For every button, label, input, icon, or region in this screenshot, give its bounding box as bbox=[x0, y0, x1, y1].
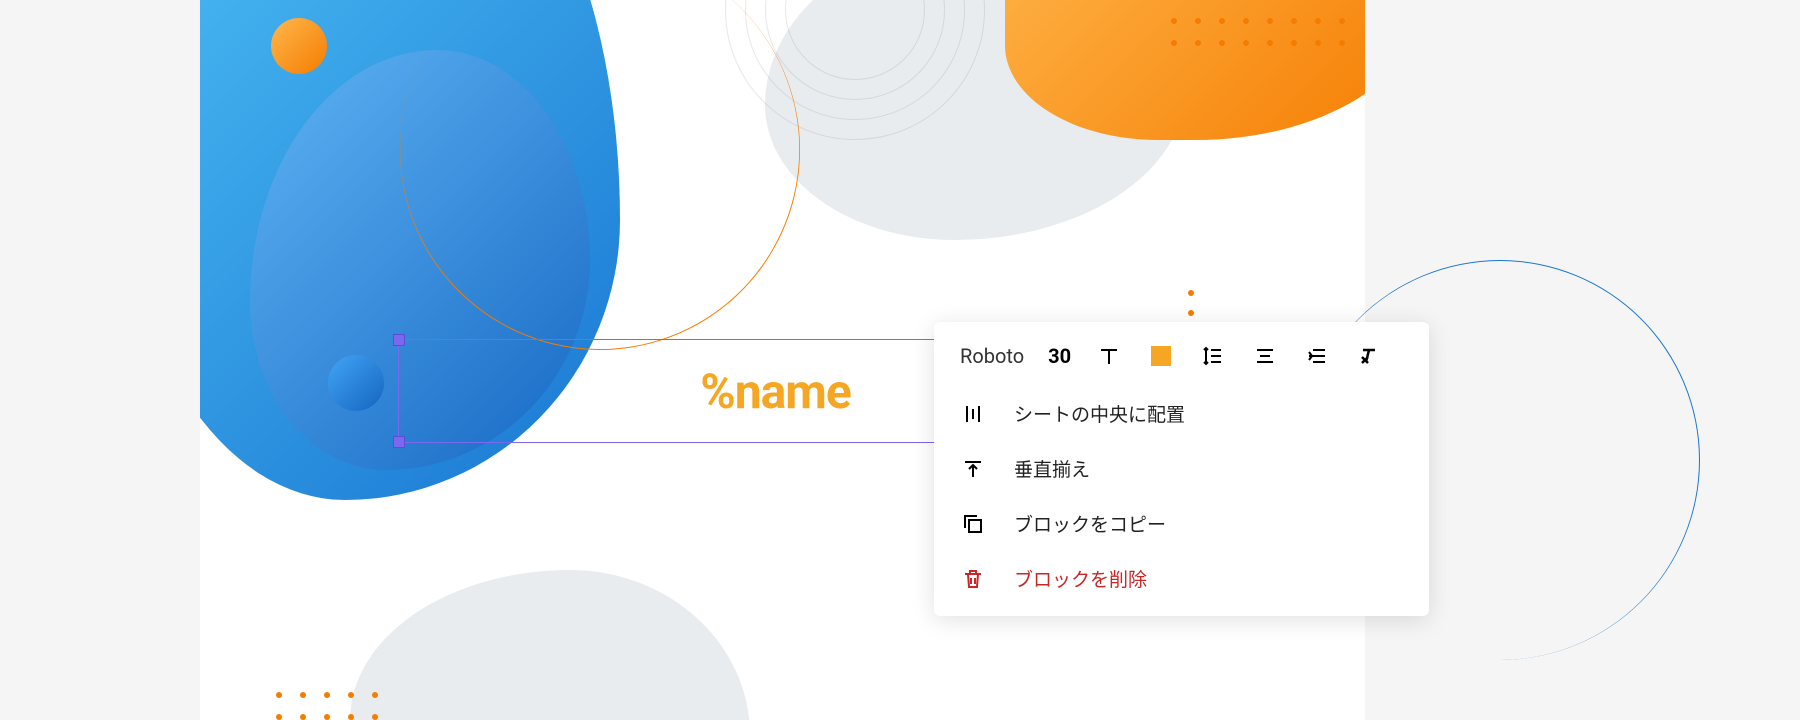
align-top-icon bbox=[960, 456, 986, 482]
menu-label: ブロックをコピー bbox=[1014, 510, 1166, 537]
text-context-menu: Roboto 30 シートの中央に配置 垂直揃え bbox=[934, 322, 1429, 616]
copy-icon bbox=[960, 511, 986, 537]
clear-format-icon[interactable] bbox=[1355, 342, 1383, 370]
font-family-select[interactable]: Roboto bbox=[960, 344, 1024, 368]
placeholder-variable-text[interactable]: %name bbox=[700, 363, 851, 420]
menu-copy-block[interactable]: ブロックをコピー bbox=[934, 496, 1429, 551]
decorative-rings bbox=[725, 0, 985, 140]
font-size-input[interactable]: 30 bbox=[1048, 344, 1071, 368]
line-height-icon[interactable] bbox=[1199, 342, 1227, 370]
decorative-circle bbox=[328, 355, 384, 411]
decorative-circle bbox=[271, 18, 327, 74]
trash-icon bbox=[960, 566, 986, 592]
menu-center-on-sheet[interactable]: シートの中央に配置 bbox=[934, 386, 1429, 441]
menu-label: シートの中央に配置 bbox=[1014, 400, 1185, 427]
decorative-dots bbox=[1171, 18, 1345, 46]
menu-delete-block[interactable]: ブロックを削除 bbox=[934, 551, 1429, 606]
text-style-icon[interactable] bbox=[1095, 342, 1123, 370]
indent-icon[interactable] bbox=[1303, 342, 1331, 370]
decorative-dots bbox=[276, 692, 378, 720]
menu-label: ブロックを削除 bbox=[1014, 565, 1147, 592]
menu-label: 垂直揃え bbox=[1014, 455, 1090, 482]
text-color-button[interactable] bbox=[1147, 342, 1175, 370]
text-align-icon[interactable] bbox=[1251, 342, 1279, 370]
center-horizontal-icon bbox=[960, 401, 986, 427]
color-swatch-icon bbox=[1151, 346, 1171, 366]
text-format-toolbar: Roboto 30 bbox=[934, 336, 1429, 386]
menu-vertical-align[interactable]: 垂直揃え bbox=[934, 441, 1429, 496]
decorative-blob bbox=[350, 570, 750, 720]
